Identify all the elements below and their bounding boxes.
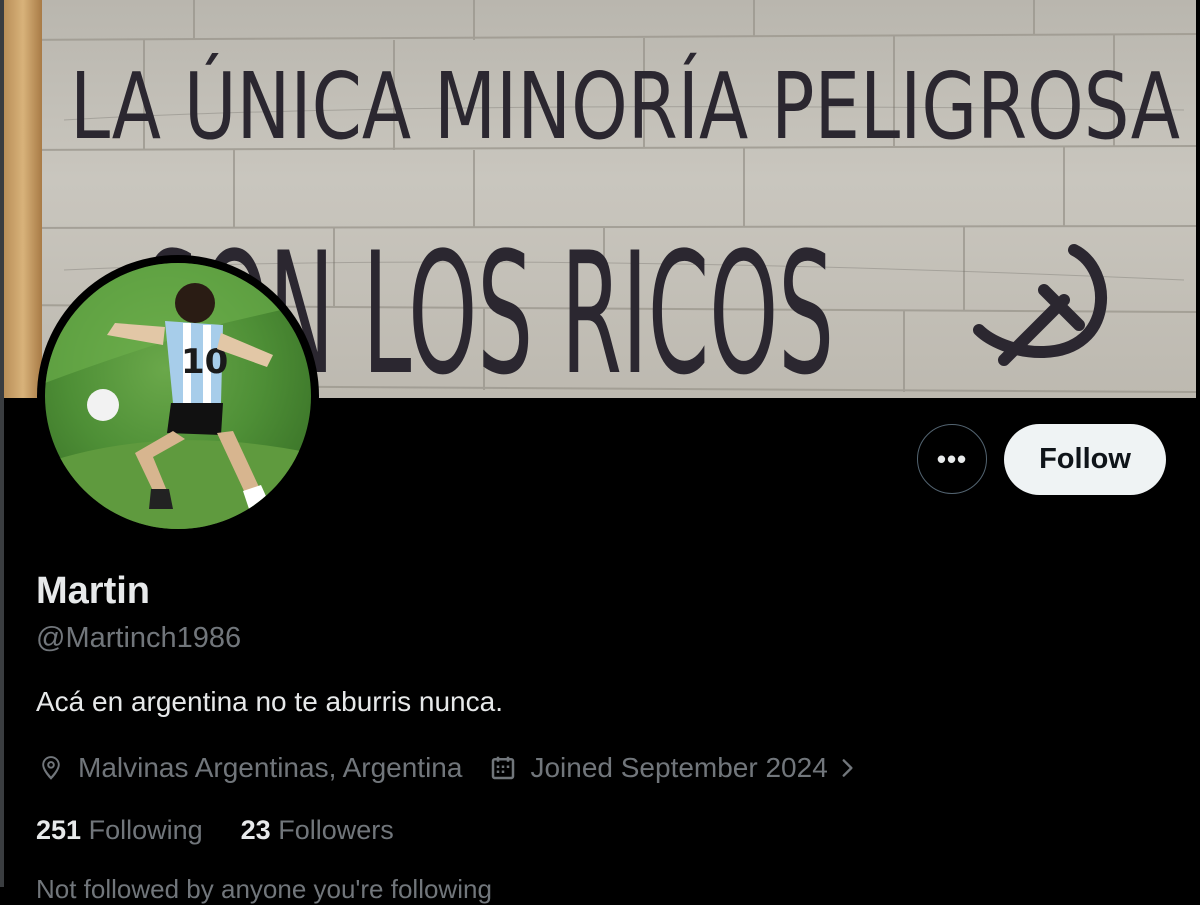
- profile-stats: 251 Following 23 Followers: [36, 815, 432, 846]
- following-count: 251: [36, 815, 82, 845]
- profile-handle: @Martinch1986: [36, 622, 242, 654]
- more-options-button[interactable]: •••: [917, 424, 987, 494]
- location-text: Malvinas Argentinas, Argentina: [78, 752, 463, 783]
- profile-meta: Malvinas Argentinas, Argentina Joined Se…: [36, 750, 886, 786]
- followers-count: 23: [240, 815, 271, 845]
- followers-label: Followers: [278, 815, 394, 845]
- followed-by-text: Not followed by anyone you're following: [36, 874, 492, 904]
- joined-text: Joined September 2024: [530, 752, 828, 783]
- following-label: Following: [88, 815, 203, 845]
- avatar-soccer-player: 10: [45, 263, 311, 529]
- location-pin-icon: [42, 756, 60, 780]
- hammer-sickle-icon: [973, 244, 1108, 366]
- more-horizontal-icon: •••: [936, 443, 968, 474]
- profile-avatar[interactable]: 10: [37, 255, 319, 537]
- followers-link[interactable]: 23 Followers: [241, 815, 394, 846]
- profile-bio: Acá en argentina no te aburris nunca.: [36, 686, 503, 717]
- avatar-image: 10: [45, 263, 311, 529]
- follow-button[interactable]: Follow: [1004, 424, 1166, 495]
- chevron-right-icon: [842, 759, 853, 777]
- banner-line-1: LA ÚNICA MINORÍA PELIGROSA: [70, 51, 1180, 160]
- calendar-icon: [492, 756, 515, 780]
- following-link[interactable]: 251 Following: [36, 815, 203, 846]
- profile-joined[interactable]: Joined September 2024: [488, 752, 859, 784]
- profile-name: Martin: [36, 570, 150, 612]
- banner-wood-post: [4, 0, 42, 398]
- profile-location: Malvinas Argentinas, Argentina: [36, 752, 462, 784]
